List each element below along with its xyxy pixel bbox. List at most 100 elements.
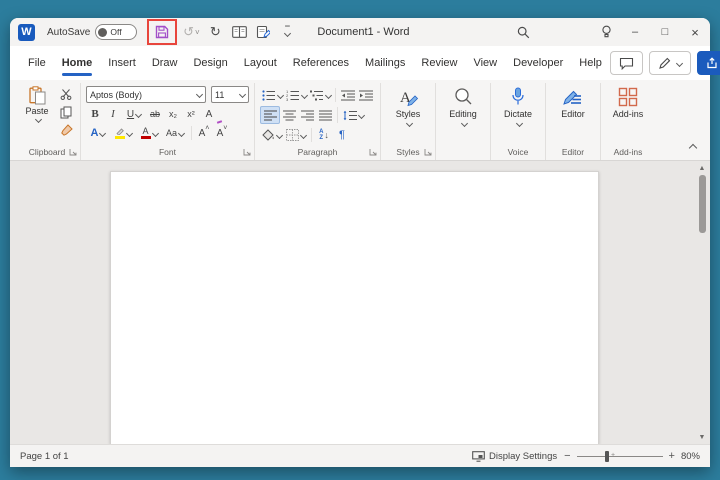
collapse-ribbon-button[interactable] xyxy=(688,143,698,153)
status-bar: Page 1 of 1 Display Settings − + + 80% xyxy=(10,444,710,467)
word-app-icon[interactable]: W xyxy=(18,23,35,41)
clipboard-dialog-launcher[interactable] xyxy=(69,148,77,156)
sort-button[interactable]: A Z ↓ xyxy=(315,127,333,143)
bullets-button[interactable] xyxy=(260,87,284,103)
paste-button[interactable]: Paste xyxy=(19,83,55,144)
scrollbar-thumb[interactable] xyxy=(698,175,706,233)
align-center-button[interactable] xyxy=(280,107,298,123)
superscript-button[interactable]: x² xyxy=(182,106,200,122)
shading-button[interactable] xyxy=(260,127,284,143)
align-center-icon xyxy=(282,110,296,121)
font-size-combobox[interactable]: 11 xyxy=(211,86,249,103)
tab-insert[interactable]: Insert xyxy=(100,46,144,80)
dictate-button[interactable]: Dictate xyxy=(496,83,540,144)
desktop-background: { "window": { "title": "Document1 - Word… xyxy=(0,0,720,480)
change-case-button[interactable]: Aa xyxy=(162,125,188,141)
page-indicator[interactable]: Page 1 of 1 xyxy=(20,451,69,462)
zoom-out-button[interactable]: − xyxy=(564,450,570,462)
text-effects-button[interactable]: A xyxy=(86,125,110,141)
increase-indent-button[interactable] xyxy=(357,87,375,103)
paragraph-group-label: Paragraph xyxy=(297,147,338,157)
tab-developer[interactable]: Developer xyxy=(505,46,571,80)
editor-group: Editor Editor xyxy=(546,83,601,160)
multilevel-list-button[interactable] xyxy=(308,87,332,103)
chevron-down-icon xyxy=(300,91,308,99)
subscript-button[interactable]: x₂ xyxy=(164,106,182,122)
tab-review[interactable]: Review xyxy=(413,46,465,80)
font-color-button[interactable]: A xyxy=(136,125,162,141)
paragraph-dialog-launcher[interactable] xyxy=(369,148,377,156)
zoom-slider[interactable]: + xyxy=(576,450,663,462)
zoom-level[interactable]: 80% xyxy=(681,451,700,462)
autosave-toggle[interactable]: Off xyxy=(95,24,138,40)
text-highlight-color-button[interactable] xyxy=(110,125,136,141)
chevron-down-icon xyxy=(357,111,365,119)
tab-help[interactable]: Help xyxy=(571,46,610,80)
title-bar: W AutoSave Off ↺ ˅ ↻ ▔ Document1 - Word … xyxy=(10,18,710,46)
autosave-label: AutoSave xyxy=(47,26,91,38)
scroll-down-arrow-icon[interactable]: ▼ xyxy=(699,432,706,442)
zoom-slider-handle[interactable] xyxy=(604,450,609,462)
vertical-scrollbar[interactable]: ▲ ▼ xyxy=(696,163,708,442)
zoom-in-button[interactable]: + xyxy=(669,450,675,462)
font-name-combobox[interactable]: Aptos (Body) xyxy=(86,86,206,103)
numbering-button[interactable]: 1 2 3 xyxy=(284,87,308,103)
font-group-label: Font xyxy=(158,147,176,157)
tab-home[interactable]: Home xyxy=(54,46,101,80)
justify-button[interactable] xyxy=(316,107,334,123)
editing-mode-button[interactable] xyxy=(648,51,691,75)
document-page[interactable] xyxy=(110,171,599,444)
chevron-down-icon xyxy=(276,91,284,99)
tab-mailings[interactable]: Mailings xyxy=(357,46,413,80)
maximize-button[interactable]: □ xyxy=(650,18,680,46)
font-dialog-launcher[interactable] xyxy=(243,148,251,156)
decrease-indent-button[interactable] xyxy=(339,87,357,103)
chevron-down-icon xyxy=(99,129,107,137)
align-right-button[interactable] xyxy=(298,107,316,123)
add-ins-button[interactable]: Add-ins xyxy=(606,83,650,144)
editor-button[interactable]: Editor xyxy=(551,83,595,144)
editing-button[interactable]: Editing xyxy=(441,83,485,144)
underline-button[interactable]: U xyxy=(122,106,146,122)
style-inspector-button[interactable] xyxy=(253,22,273,42)
styles-button[interactable]: A Styles xyxy=(386,83,430,144)
tab-draw[interactable]: Draw xyxy=(144,46,186,80)
format-painter-button[interactable] xyxy=(57,122,75,138)
show-hide-formatting-button[interactable]: ¶ xyxy=(333,127,351,143)
customize-quick-access-toolbar-button[interactable]: ▔ xyxy=(277,22,297,42)
reading-view-button[interactable] xyxy=(229,22,249,42)
close-button[interactable]: × xyxy=(680,18,710,46)
styles-dialog-launcher[interactable] xyxy=(424,148,432,156)
display-settings-button[interactable]: Display Settings xyxy=(472,451,557,462)
comments-button[interactable] xyxy=(609,51,643,75)
bold-button[interactable]: B xyxy=(86,106,104,122)
tab-design[interactable]: Design xyxy=(185,46,235,80)
document-title: Document1 - Word xyxy=(317,26,410,38)
justify-icon xyxy=(318,110,332,121)
redo-button[interactable]: ↻ xyxy=(205,22,225,42)
clipboard-pen-icon xyxy=(256,25,271,39)
chevron-down-icon xyxy=(675,59,683,67)
align-left-button[interactable] xyxy=(260,106,280,124)
borders-button[interactable] xyxy=(284,127,308,143)
clear-formatting-button[interactable]: A xyxy=(200,106,223,124)
tab-references[interactable]: References xyxy=(285,46,357,80)
tab-layout[interactable]: Layout xyxy=(236,46,285,80)
whats-new-button[interactable] xyxy=(592,18,620,46)
shrink-font-button[interactable]: A ˅ xyxy=(213,125,231,141)
share-button[interactable] xyxy=(696,51,720,75)
copy-button[interactable] xyxy=(57,104,75,120)
save-floppy-icon xyxy=(155,25,169,39)
tab-file[interactable]: File xyxy=(20,46,54,80)
grow-font-button[interactable]: A ˄ xyxy=(195,125,213,141)
search-button[interactable] xyxy=(509,18,537,46)
undo-button[interactable]: ↺ ˅ xyxy=(181,22,201,42)
strikethrough-button[interactable]: ab xyxy=(146,106,164,122)
minimize-button[interactable]: – xyxy=(620,18,650,46)
tab-view[interactable]: View xyxy=(465,46,505,80)
scroll-up-arrow-icon[interactable]: ▲ xyxy=(699,163,706,173)
line-spacing-button[interactable] xyxy=(341,107,365,123)
cut-button[interactable] xyxy=(57,86,75,102)
save-button[interactable] xyxy=(152,22,172,42)
italic-button[interactable]: I xyxy=(104,106,122,122)
